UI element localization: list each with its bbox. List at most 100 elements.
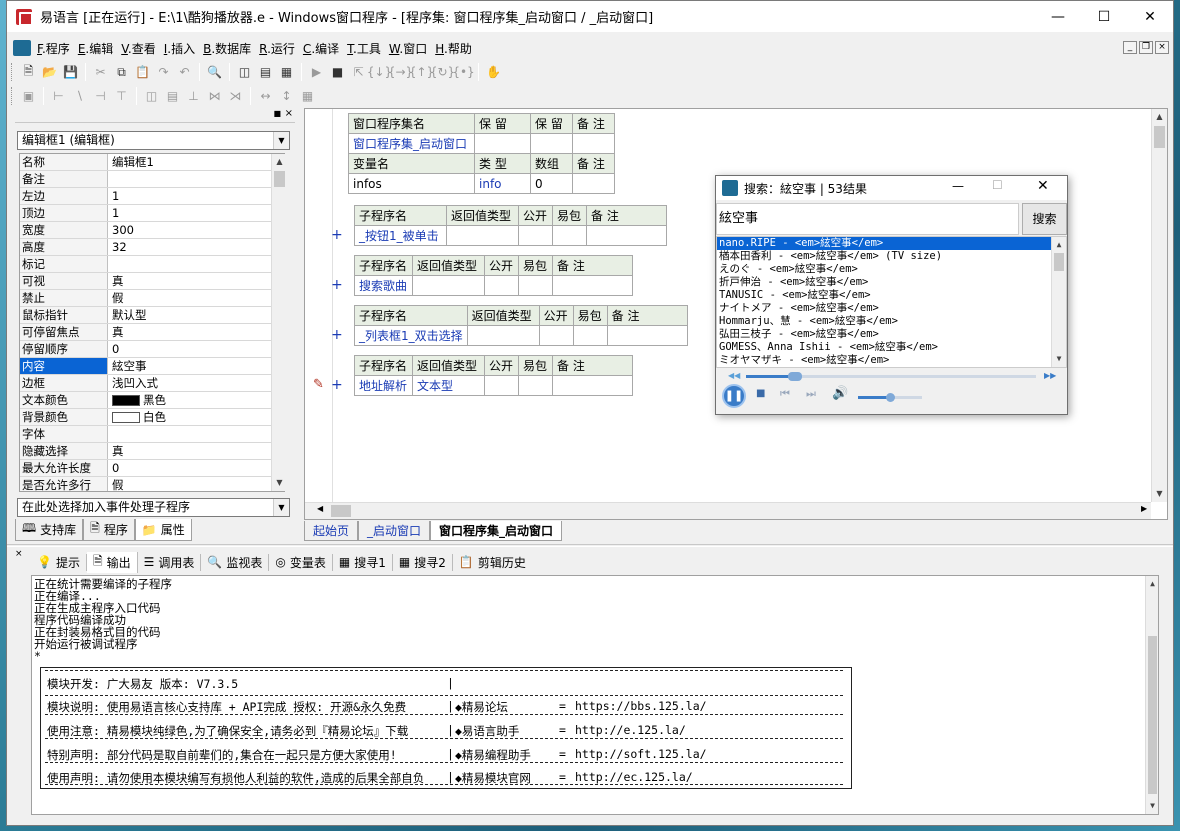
align-top-icon[interactable]: ⊤ [111,86,132,106]
run-icon[interactable]: ▶ [306,62,327,82]
find-icon[interactable]: 🔍 [204,62,225,82]
chevron-down-icon[interactable]: ▼ [273,499,289,516]
subroutine-name[interactable]: 搜索歌曲 [354,275,413,296]
result-item[interactable]: TANUSIC - <em>絃空事</em> [717,289,1051,302]
tab-search2[interactable]: ▦ 搜寻2 [393,553,453,571]
subroutine-name[interactable]: _按钮1_被单击 [354,225,447,246]
result-item[interactable]: ナイトメア - <em>絃空事</em> [717,302,1051,315]
subroutine-name[interactable]: 地址解析 [354,375,413,396]
result-item[interactable]: Hommarju、慧 - <em>絃空事</em> [717,315,1051,328]
result-item[interactable]: えのぐ - <em>絃空事</em> [717,263,1051,276]
chevron-down-icon[interactable]: ▼ [273,132,289,149]
menu-item[interactable]: H.帮助 [431,40,476,57]
tab-assembly[interactable]: 窗口程序集_启动窗口 [430,521,563,541]
scroll-thumb[interactable] [274,171,285,187]
tab-variables[interactable]: ◎ 变量表 [269,553,333,571]
layout3-icon[interactable]: ▦ [276,62,297,82]
breakpoint-icon[interactable]: {•} [452,62,474,82]
align-left-icon[interactable]: ⊢ [48,86,69,106]
tab-properties[interactable]: 📁 属性 [134,519,192,541]
property-row[interactable]: 禁止假 [20,290,284,307]
variable-name[interactable]: infos [348,173,475,194]
volume-icon[interactable]: 🔊 [832,386,848,401]
property-value[interactable]: 1 [108,188,284,204]
same-width-icon[interactable]: ◫ [141,86,162,106]
link-url[interactable]: http://soft.125.la/ [575,747,707,761]
copy-icon[interactable]: ⧉ [111,62,132,82]
menu-item[interactable]: B.数据库 [199,40,255,57]
search-input[interactable]: 絃空事 [716,203,1019,235]
variable-array[interactable]: 0 [530,173,573,194]
editor-vscroll[interactable]: ▲ ▼ [1151,109,1167,502]
layout1-icon[interactable]: ◫ [234,62,255,82]
object-selector[interactable]: 编辑框1 (编辑框) ▼ [17,131,290,150]
new-file-icon[interactable]: 🗎 [18,62,39,82]
tab-watch[interactable]: 🔍 监视表 [201,553,270,571]
menu-item[interactable]: R.运行 [255,40,299,57]
property-value[interactable]: 默认型 [108,307,284,323]
splitter[interactable] [7,544,1173,547]
redo-icon[interactable]: ↷ [153,62,174,82]
property-row[interactable]: 左边 1 [20,188,284,205]
property-row[interactable]: 字体 [20,426,284,443]
property-value[interactable]: 编辑框1 [108,154,284,170]
space-vert-icon[interactable]: ⋊ [225,86,246,106]
tab-clip-history[interactable]: 📋 剪辑历史 [453,554,532,571]
result-item[interactable]: ミオヤマザキ - <em>絃空事</em> [717,354,1051,367]
align-center-icon[interactable]: ∖ [69,86,90,106]
scroll-down-icon[interactable]: ▼ [272,475,287,491]
step-icon[interactable]: ⇱ [348,62,369,82]
event-selector[interactable]: 在此处选择加入事件处理子程序 ▼ [17,498,290,517]
center-vert-icon[interactable]: ↕ [276,86,297,106]
space-horz-icon[interactable]: ⋈ [204,86,225,106]
menu-item[interactable]: F.程序 [33,40,74,57]
pause-icon[interactable]: ❚❚ [722,384,746,408]
expand-icon[interactable]: + [331,227,343,243]
seek-bar[interactable] [746,372,1036,381]
grid-icon[interactable]: ▦ [297,86,318,106]
property-value[interactable]: 黑色 [108,392,284,408]
scroll-thumb[interactable] [1054,253,1064,271]
close-icon[interactable]: ✕ [1037,178,1049,194]
menu-item[interactable]: I.插入 [160,40,199,57]
hand-icon[interactable]: ✋ [483,62,504,82]
property-scrollbar[interactable]: ▲ ▼ [271,154,287,491]
open-file-icon[interactable]: 📂 [39,62,60,82]
volume-slider[interactable] [858,393,922,402]
result-item[interactable]: GOMESS、Anna Ishii - <em>絃空事</em> [717,341,1051,354]
property-value[interactable]: 真 [108,324,284,340]
center-horz-icon[interactable]: ↔ [255,86,276,106]
tab-output[interactable]: 🗎 输出 [86,551,138,573]
property-row[interactable]: 最大允许长度 0 [20,460,284,477]
tab-call-stack[interactable]: ☰ 调用表 [138,553,202,571]
tab-hint[interactable]: 💡 提示 [31,553,87,571]
result-item[interactable]: nano.RIPE - <em>絃空事</em> [717,237,1051,250]
property-row[interactable]: 隐藏选择真 [20,443,284,460]
same-size-icon[interactable]: ⊥ [183,86,204,106]
menu-item[interactable]: V.查看 [117,40,160,57]
minimize-icon[interactable]: — [1035,1,1081,32]
volume-thumb[interactable] [886,393,895,402]
results-list[interactable]: nano.RIPE - <em>絃空事</em> 楢本田香利 - <em>絃空事<… [716,236,1067,368]
seek-thumb[interactable] [788,372,802,381]
property-row[interactable]: 名称 编辑框1 [20,154,284,171]
property-row[interactable]: 背景颜色 白色 [20,409,284,426]
property-value[interactable]: 真 [108,273,284,289]
scroll-down-icon[interactable]: ▼ [1152,486,1167,502]
property-value[interactable]: 絃空事 [108,358,284,374]
expand-icon[interactable]: + [331,277,343,293]
property-row[interactable]: 鼠标指针 默认型 [20,307,284,324]
paste-icon[interactable]: 📋 [132,62,153,82]
property-value[interactable]: 1 [108,205,284,221]
rewind-icon[interactable]: ◀◀ [728,371,740,380]
scroll-down-icon[interactable]: ▼ [1146,798,1158,814]
scroll-up-icon[interactable]: ▲ [1152,109,1167,125]
menu-item[interactable]: T.工具 [343,40,385,57]
maximize-icon[interactable]: ☐ [992,178,1003,192]
property-value[interactable]: 假 [108,477,284,491]
property-value[interactable]: 32 [108,239,284,255]
search-button[interactable]: 搜索 [1022,203,1067,235]
result-item[interactable]: 弘田三枝子 - <em>絃空事</em> [717,328,1051,341]
property-grid[interactable]: 名称 编辑框1 备注 左边 1 顶边 1 宽度 300 高度 32 标记 可视真禁止假鼠标指针 默认型 可停… [19,153,285,492]
menu-item[interactable]: W.窗口 [385,40,431,57]
